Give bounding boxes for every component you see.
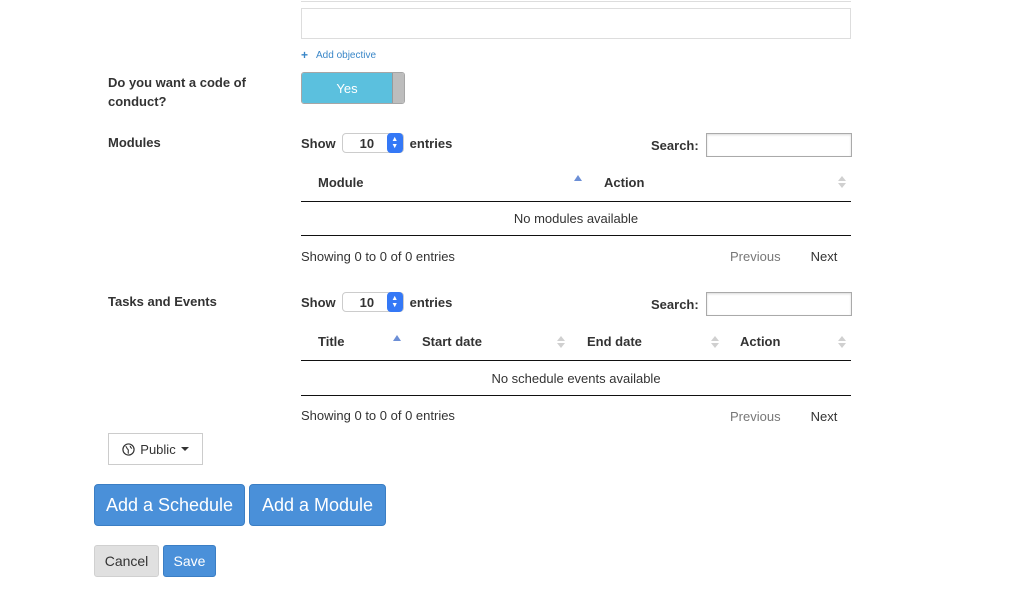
search-label: Search: [651, 296, 699, 312]
table-header-divider [301, 201, 851, 202]
tasks-search-input[interactable] [705, 292, 852, 316]
tasks-table-info: Showing 0 to 0 of 0 entries [301, 408, 455, 423]
modules-pagination: Previous Next [730, 249, 837, 264]
sort-both-icon [711, 336, 719, 348]
modules-length-control: Show 10 ▲ ▼ entries [301, 133, 452, 153]
tasks-pagination: Previous Next [730, 409, 837, 424]
objective-input[interactable] [301, 8, 851, 39]
plus-icon: + [301, 48, 309, 62]
modules-search-input[interactable] [705, 133, 852, 157]
tasks-events-label: Tasks and Events [108, 294, 217, 309]
select-arrows-icon: ▲ ▼ [386, 133, 403, 153]
visibility-dropdown-button[interactable]: Public [108, 433, 203, 465]
add-schedule-button[interactable]: Add a Schedule [94, 484, 245, 526]
previous-objective-field-edge [301, 0, 851, 2]
tasks-entries-select[interactable]: 10 ▲ ▼ [341, 292, 404, 312]
sort-asc-icon [393, 335, 401, 341]
table-header-divider [301, 360, 851, 361]
visibility-value: Public [140, 441, 176, 457]
entries-value: 10 [359, 135, 375, 151]
show-label: Show [301, 135, 336, 151]
entries-label: entries [409, 294, 453, 310]
code-of-conduct-toggle[interactable]: Yes [301, 72, 405, 104]
modules-empty-message: No modules available [513, 211, 639, 226]
column-header-module[interactable]: Module [318, 175, 364, 190]
column-header-action[interactable]: Action [604, 175, 644, 190]
sort-both-icon [838, 336, 846, 348]
add-objective-label: Add objective [316, 49, 377, 61]
add-objective-link[interactable]: + Add objective [301, 48, 376, 62]
tasks-search: Search: [651, 292, 852, 316]
column-header-end-date[interactable]: End date [587, 334, 642, 349]
save-button[interactable]: Save [163, 545, 216, 577]
column-header-title[interactable]: Title [318, 334, 345, 349]
table-bottom-divider [301, 395, 851, 396]
modules-search: Search: [651, 133, 852, 157]
tasks-length-control: Show 10 ▲ ▼ entries [301, 292, 452, 312]
sort-both-icon [838, 176, 846, 188]
entries-label: entries [409, 135, 453, 151]
sort-asc-icon [574, 175, 582, 181]
column-header-start-date[interactable]: Start date [422, 334, 482, 349]
modules-label: Modules [108, 135, 161, 150]
toggle-handle[interactable] [392, 73, 404, 103]
next-page-button[interactable]: Next [811, 409, 838, 424]
code-of-conduct-label: Do you want a code of conduct? [108, 75, 246, 109]
show-label: Show [301, 294, 336, 310]
toggle-yes-label: Yes [302, 73, 392, 103]
previous-page-button[interactable]: Previous [730, 409, 781, 424]
add-module-button[interactable]: Add a Module [249, 484, 386, 526]
table-bottom-divider [301, 235, 851, 236]
next-page-button[interactable]: Next [811, 249, 838, 264]
previous-page-button[interactable]: Previous [730, 249, 781, 264]
caret-down-icon [180, 447, 189, 451]
column-header-action[interactable]: Action [740, 334, 780, 349]
modules-table-info: Showing 0 to 0 of 0 entries [301, 249, 455, 264]
entries-value: 10 [359, 294, 375, 310]
cancel-button[interactable]: Cancel [94, 545, 159, 577]
select-arrows-icon: ▲ ▼ [386, 292, 403, 312]
tasks-empty-message: No schedule events available [491, 371, 661, 386]
sort-both-icon [557, 336, 565, 348]
globe-icon [122, 442, 135, 456]
modules-entries-select[interactable]: 10 ▲ ▼ [341, 133, 404, 153]
search-label: Search: [651, 137, 699, 153]
